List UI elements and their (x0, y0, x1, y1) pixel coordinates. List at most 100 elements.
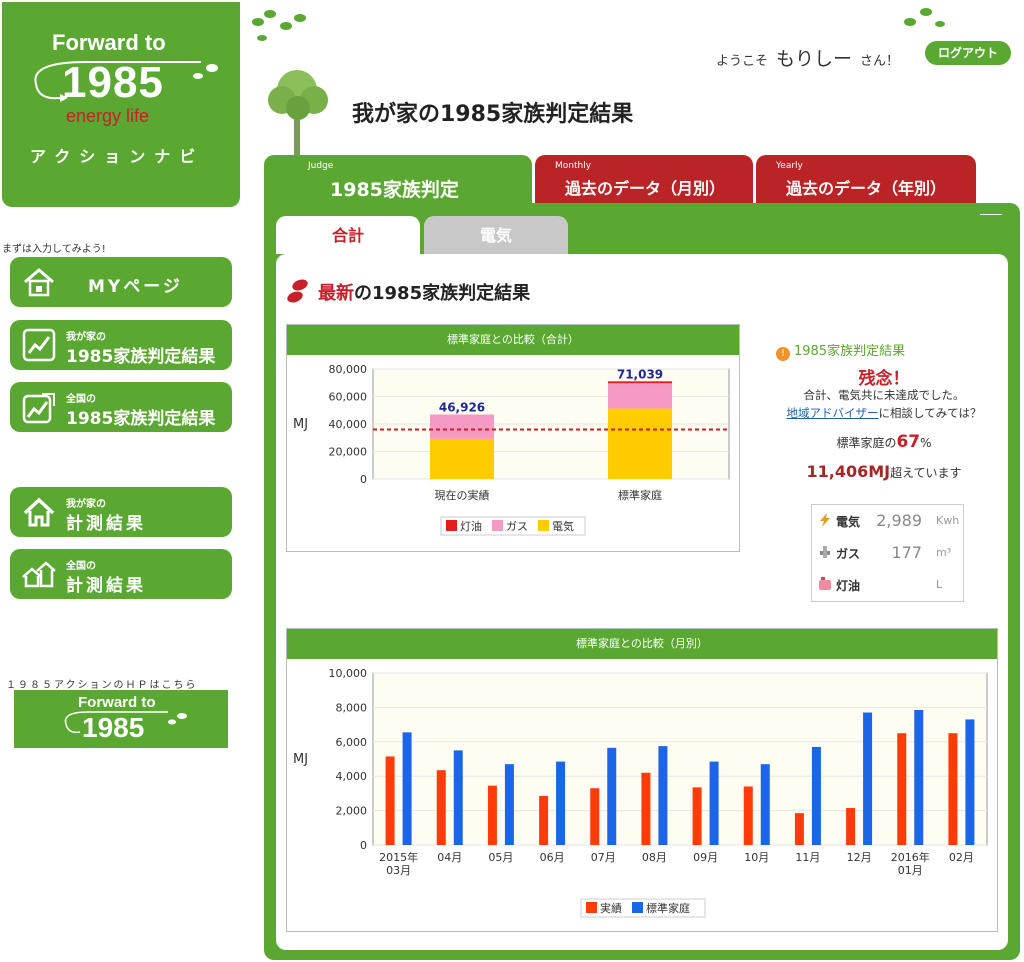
bar-実績 (794, 813, 804, 845)
usage-label: ガス (836, 547, 861, 561)
logo-subtitle: energy life (66, 106, 150, 126)
y-tick-label: 60,000 (329, 391, 368, 404)
divider (980, 214, 1002, 215)
bar-segment-電気 (608, 408, 672, 479)
hp-banner-link[interactable]: Forward to 1985 (14, 690, 228, 748)
section-title-highlight: 最新 (318, 283, 354, 304)
x-tick-label: 2015年 (379, 850, 418, 864)
y-axis-label: MJ (293, 417, 308, 432)
sidebar-button-big: 1985家族判定結果 (66, 409, 216, 429)
y-tick-label: 2,000 (336, 805, 368, 818)
y-tick-label: 6,000 (336, 736, 368, 749)
legend-label: 実績 (600, 901, 622, 915)
x-tick-label: 07月 (591, 851, 616, 864)
sidebar-button-label: MYページ (88, 277, 183, 297)
tab-label: 過去のデータ（年別） (786, 179, 947, 198)
x-tick-label: 08月 (642, 851, 667, 864)
tab-yearly[interactable]: Yearly 過去のデータ（年別） (756, 155, 976, 203)
usage-unit: L (936, 578, 943, 591)
chart-title: 標準家庭との比較（月別） (287, 629, 997, 659)
legend-label: ガス (506, 520, 528, 533)
legend-label: 標準家庭 (646, 901, 690, 915)
bar-実績 (897, 733, 907, 845)
subtab-electricity[interactable]: 電気 (424, 216, 568, 254)
sidebar-button-small: 我が家の (66, 332, 106, 343)
welcome-prefix: ようこそ (716, 54, 769, 69)
footprints-icon (904, 8, 945, 27)
sidebar-my-page-button[interactable]: MYページ (10, 257, 232, 307)
welcome-message: ようこそ もりしー さん！ (716, 44, 899, 71)
user-name: もりしー (776, 48, 853, 70)
sidebar-home-judge-button[interactable]: 我が家の 1985家族判定結果 (10, 320, 232, 370)
y-tick-label: 10,000 (329, 667, 368, 680)
house-icon (24, 268, 54, 297)
legend-label: 灯油 (460, 519, 482, 533)
bar-segment-ガス (430, 414, 494, 439)
usage-label: 電気 (836, 515, 861, 529)
usage-label: 灯油 (836, 579, 861, 593)
bar-実績 (436, 770, 446, 845)
x-tick-label: 06月 (540, 851, 565, 864)
tab-judge[interactable]: Judge 1985家族判定 (264, 155, 532, 203)
sidebar-button-big: 計測結果 (66, 514, 146, 534)
bar-標準家庭 (709, 761, 719, 845)
bar-標準家庭 (863, 712, 873, 845)
tab-monthly[interactable]: Monthly 過去のデータ（月別） (535, 155, 753, 203)
over-suffix: 超えています (890, 466, 962, 480)
x-tick-label: 02月 (949, 851, 974, 864)
x-tick-label: 11月 (795, 851, 820, 864)
usage-row-kerosene: 灯油 L (818, 573, 958, 597)
legend-swatch (538, 520, 549, 531)
subtab-total[interactable]: 合計 (276, 216, 420, 254)
section-title-rest: の1985家族判定結果 (354, 283, 531, 304)
result-message-line2: に相談してみては？ (878, 406, 982, 420)
tab-en-label: Judge (308, 161, 334, 171)
x-tick-label: 05月 (488, 851, 513, 864)
logo-navi: アクションナビ (30, 147, 205, 166)
logo-forward-to: Forward to (52, 30, 166, 55)
y-tick-label: 4,000 (336, 770, 368, 783)
result-heading: ! 1985家族判定結果 (776, 340, 905, 361)
footprints-icon (252, 10, 306, 41)
chart-monthly-svg: 0 2,000 4,000 6,000 8,000 10,000 MJ 2015年03月 04月… (293, 667, 988, 918)
chart-up-multi-icon (22, 393, 55, 424)
y-axis-label: MJ (293, 752, 308, 767)
legend-swatch (586, 902, 597, 913)
sidebar-national-judge-button[interactable]: 全国の 1985家族判定結果 (10, 382, 232, 432)
chart-monthly-comparison: 標準家庭との比較（月別） 0 2,000 4,000 6,000 8,000 10,000… (286, 628, 998, 932)
usage-value: 2,989 (876, 511, 922, 530)
bar-標準家庭 (453, 750, 463, 845)
chart-total-comparison: 標準家庭との比較（合計） 0 20,000 40,000 60,000 80,000 MJ… (286, 324, 740, 552)
house-outline-icon (23, 497, 55, 527)
bar-segment-ガス (608, 383, 672, 409)
banner-swoosh-icon (64, 711, 187, 734)
chart-up-icon (22, 328, 56, 362)
bar-実績 (846, 808, 856, 845)
sidebar-national-measure-button[interactable]: 全国の 計測結果 (10, 549, 232, 599)
pct-prefix: 標準家庭の (836, 436, 897, 450)
x-tick-label: 2016年 (891, 850, 930, 864)
result-percentage: 標準家庭の67% (776, 432, 992, 452)
bar-実績 (743, 786, 753, 845)
houses-icon (22, 561, 56, 588)
usage-value: 177 (891, 543, 922, 562)
bar-実績 (948, 733, 958, 845)
y-tick-label: 0 (360, 839, 367, 852)
advisor-link[interactable]: 地域アドバイザー (787, 406, 879, 420)
bar-標準家庭 (914, 709, 924, 845)
bar-segment-灯油 (608, 381, 672, 384)
sidebar-note: まずは入力してみよう! (2, 244, 106, 255)
result-over: 11,406MJ超えています (776, 462, 992, 481)
logout-button[interactable]: ログアウト (925, 41, 1011, 65)
bar-segment-電気 (430, 438, 494, 479)
chart-title: 標準家庭との比較（合計） (287, 325, 739, 355)
page-title: 我が家の1985家族判定結果 (352, 102, 634, 127)
result-heading-text: 1985家族判定結果 (794, 344, 906, 359)
x-tick-label: 現在の実績 (435, 488, 490, 502)
legend-swatch (492, 520, 503, 531)
kerosene-can-icon (819, 577, 831, 590)
total-data-label: 71,039 (617, 367, 663, 381)
sidebar-home-measure-button[interactable]: 我が家の 計測結果 (10, 487, 232, 537)
x-tick-label: 03月 (386, 864, 411, 877)
tab-en-label: Yearly (776, 161, 803, 171)
